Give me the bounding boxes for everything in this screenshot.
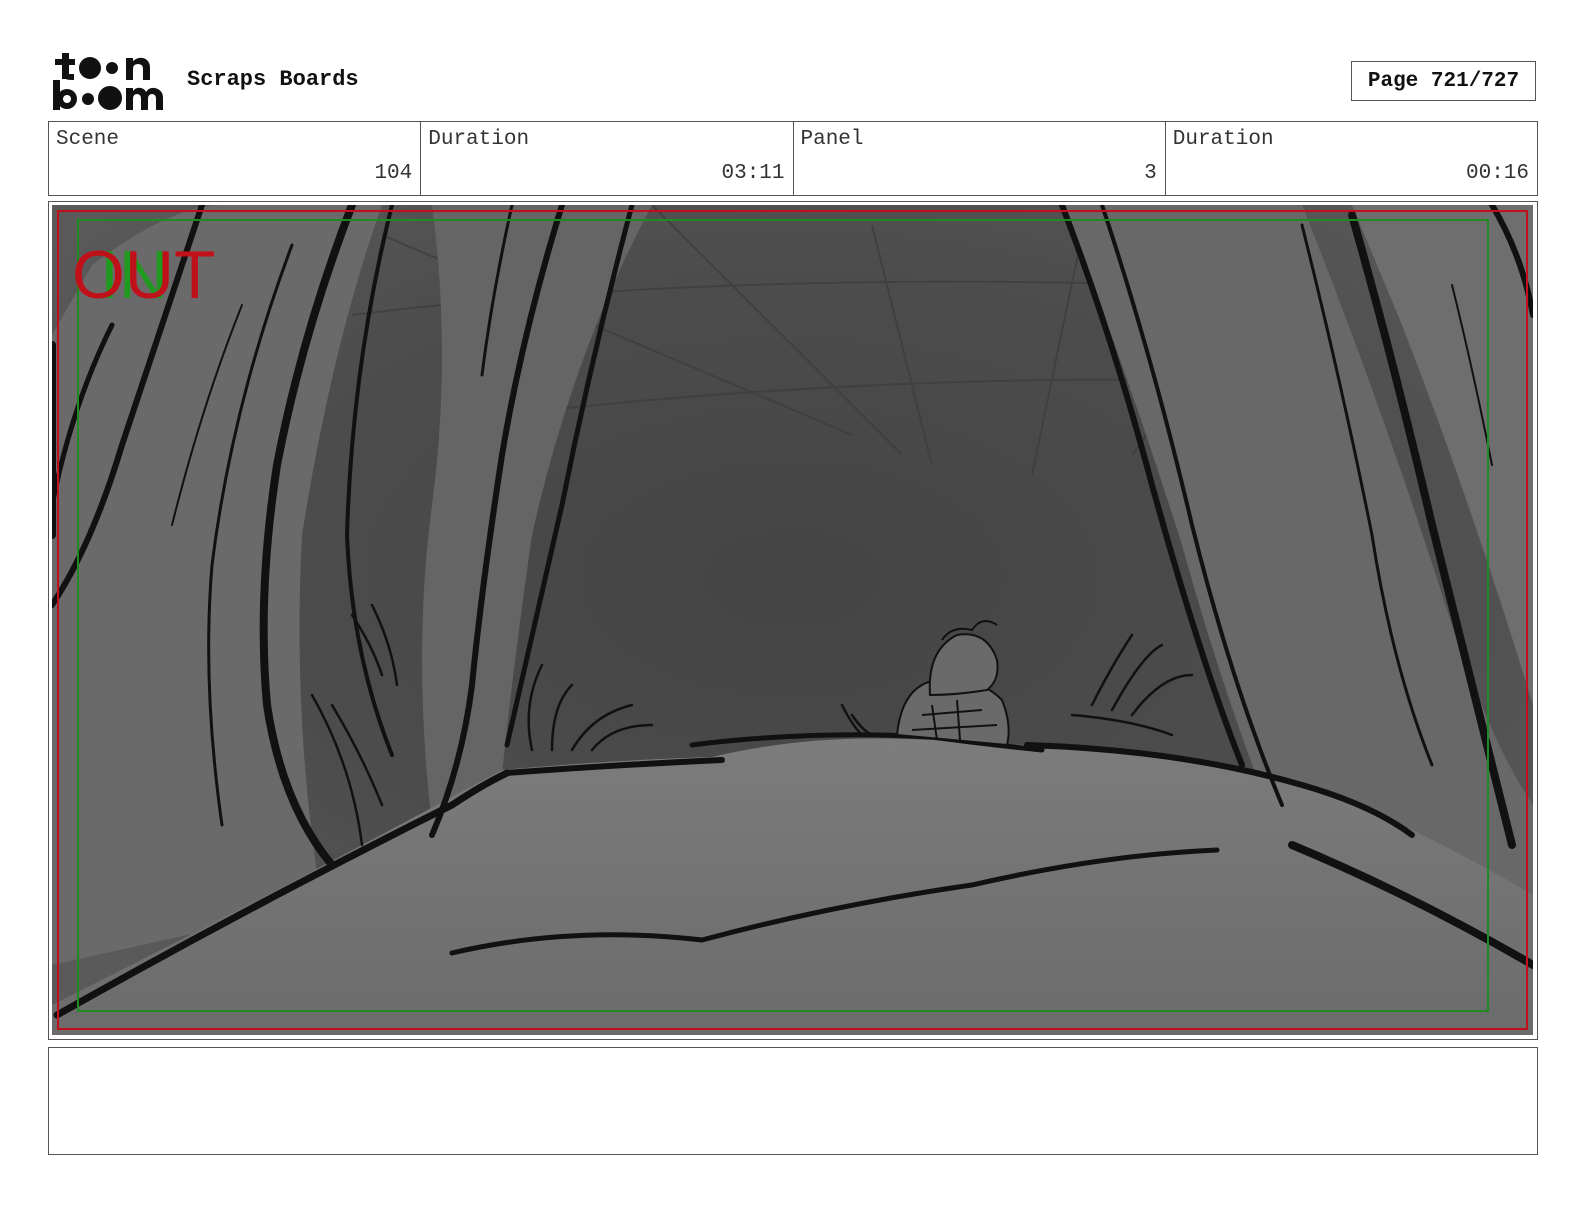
out-marker: OUT: [72, 237, 216, 313]
scene-label: Scene: [56, 128, 120, 151]
toon-boom-logo-icon: [50, 50, 166, 112]
panel-info-table: Scene 104 Duration 03:11 Panel 3 Duratio…: [48, 121, 1538, 196]
scene-duration-cell: Duration 03:11: [421, 122, 794, 195]
panel-label: Panel: [800, 128, 864, 151]
scene-duration-value: 03:11: [721, 162, 785, 185]
panel-cell: Panel 3: [794, 122, 1166, 195]
storyboard-sketch-image: IN OUT: [52, 205, 1533, 1035]
scene-value: 104: [374, 162, 413, 185]
panel-frame: IN OUT: [48, 201, 1538, 1040]
panel-duration-cell: Duration 00:16: [1166, 122, 1537, 195]
panel-notes-box: [48, 1047, 1538, 1155]
scene-duration-label: Duration: [428, 128, 530, 151]
scene-cell: Scene 104: [49, 122, 422, 195]
panel-duration-label: Duration: [1172, 128, 1274, 151]
document-title: Scraps Boards: [187, 67, 359, 92]
page-number: Page 721/727: [1351, 61, 1536, 101]
panel-value: 3: [1144, 162, 1157, 185]
panel-duration-value: 00:16: [1465, 162, 1529, 185]
